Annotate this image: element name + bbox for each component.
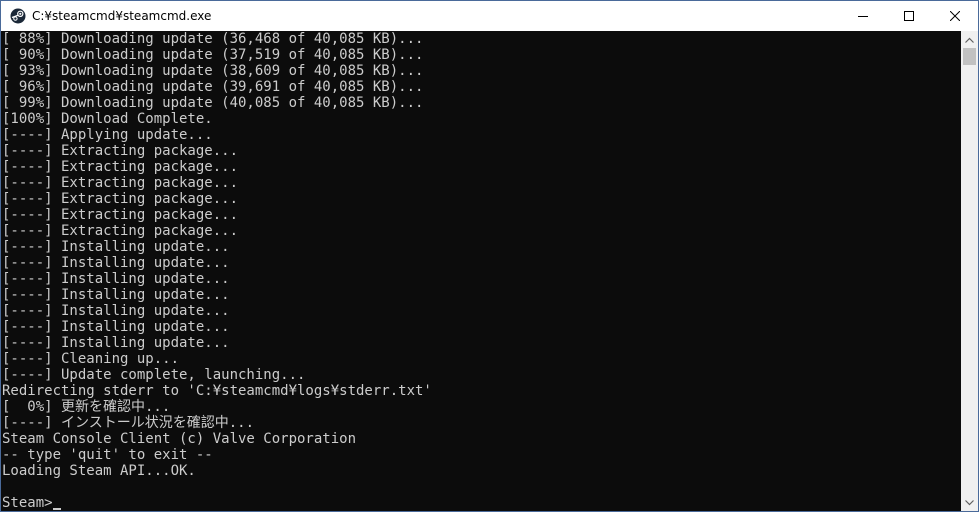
- prompt-label: Steam>: [2, 495, 53, 511]
- console-line: [----] Installing update...: [2, 303, 230, 319]
- console-line: [----] インストール状況を確認中...: [2, 415, 255, 431]
- window-title: C:¥steamcmd¥steamcmd.exe: [32, 9, 212, 23]
- console-line: [----] Extracting package...: [2, 207, 239, 223]
- minimize-icon: [858, 16, 868, 17]
- console-line: Steam Console Client (c) Valve Corporati…: [2, 431, 357, 447]
- console-line: Redirecting stderr to 'C:¥steamcmd¥logs¥…: [2, 383, 432, 399]
- console-line: [----] Installing update...: [2, 287, 230, 303]
- chevron-up-icon: [965, 37, 974, 43]
- console-line: [100%] Download Complete.: [2, 111, 213, 127]
- scroll-up-button[interactable]: [961, 31, 978, 48]
- console-output[interactable]: [ 88%] Downloading update (36,468 of 40,…: [1, 31, 961, 511]
- maximize-icon: [904, 11, 914, 21]
- console-line: [ 0%] 更新を確認中...: [2, 399, 171, 415]
- scrollbar-thumb[interactable]: [963, 48, 976, 65]
- console-line: [ 90%] Downloading update (37,519 of 40,…: [2, 47, 424, 63]
- minimize-button[interactable]: [840, 1, 886, 31]
- console-window: C:¥steamcmd¥steamcmd.exe [ 88%] Download…: [0, 0, 979, 512]
- steam-logo-icon[interactable]: [10, 8, 26, 24]
- close-icon: [950, 11, 960, 21]
- console-line: [ 93%] Downloading update (38,609 of 40,…: [2, 63, 424, 79]
- scroll-down-button[interactable]: [961, 494, 978, 511]
- console-line: [----] Installing update...: [2, 239, 230, 255]
- console-line: [----] Extracting package...: [2, 159, 239, 175]
- window-controls: [840, 1, 978, 31]
- console-line: [----] Installing update...: [2, 271, 230, 287]
- console-line: Loading Steam API...OK.: [2, 463, 196, 479]
- console-line: [----] Update complete, launching...: [2, 367, 306, 383]
- console-line: [ 96%] Downloading update (39,691 of 40,…: [2, 79, 424, 95]
- command-prompt[interactable]: Steam>: [1, 495, 961, 511]
- text-cursor: [52, 508, 61, 510]
- vertical-scrollbar[interactable]: [961, 31, 978, 511]
- close-button[interactable]: [932, 1, 978, 31]
- console-line: [ 88%] Downloading update (36,468 of 40,…: [2, 31, 424, 47]
- console-line: [----] Extracting package...: [2, 223, 239, 239]
- console-line: [----] Cleaning up...: [2, 351, 180, 367]
- console-line: [----] Installing update...: [2, 335, 230, 351]
- console-line: [----] Extracting package...: [2, 143, 239, 159]
- console-line: [----] Extracting package...: [2, 175, 239, 191]
- maximize-button[interactable]: [886, 1, 932, 31]
- console-line: [ 99%] Downloading update (40,085 of 40,…: [2, 95, 424, 111]
- console-line: [----] Installing update...: [2, 255, 230, 271]
- console-line: [----] Installing update...: [2, 319, 230, 335]
- console-line: [----] Applying update...: [2, 127, 213, 143]
- title-bar[interactable]: C:¥steamcmd¥steamcmd.exe: [1, 1, 978, 31]
- console-line: [----] Extracting package...: [2, 191, 239, 207]
- chevron-down-icon: [965, 499, 974, 505]
- console-line: -- type 'quit' to exit --: [2, 447, 213, 463]
